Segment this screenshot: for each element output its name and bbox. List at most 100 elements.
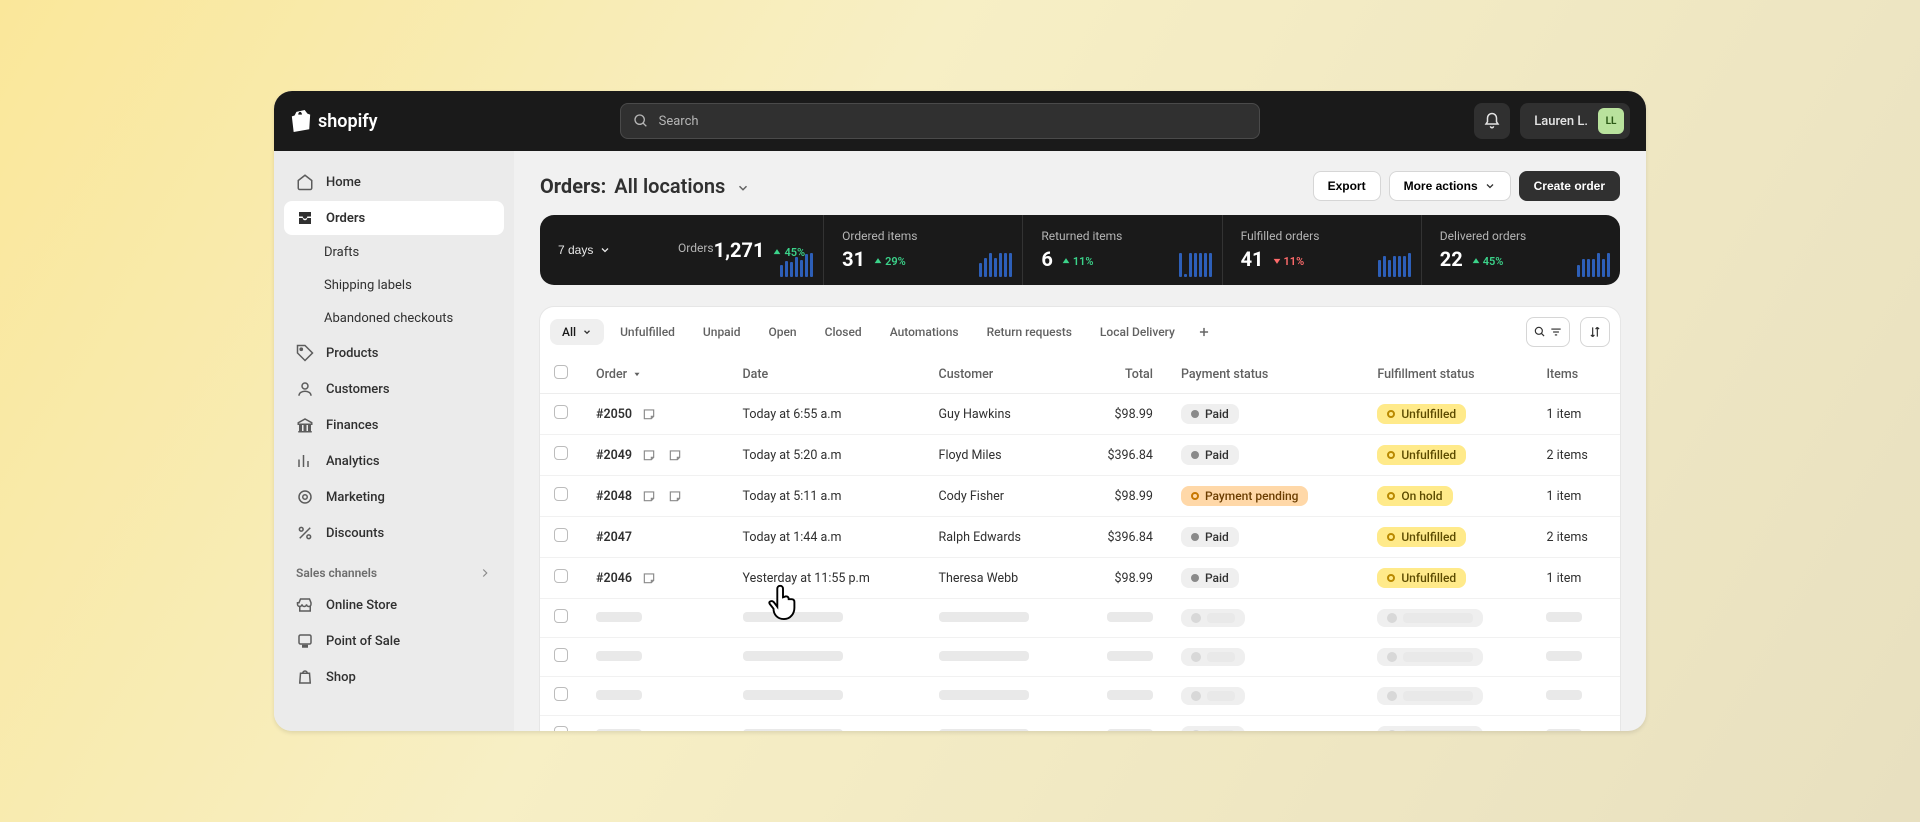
sparkline [979, 251, 1012, 277]
row-checkbox[interactable] [554, 487, 568, 501]
select-all-checkbox[interactable] [554, 365, 568, 379]
row-checkbox[interactable] [554, 726, 568, 731]
row-checkbox[interactable] [554, 687, 568, 701]
cell-total: $396.84 [1074, 435, 1167, 476]
order-id[interactable]: #2048 [596, 487, 715, 505]
metric-delta: 29% [873, 255, 906, 268]
sidebar-item-shipping-labels[interactable]: Shipping labels [284, 270, 504, 301]
cell-fulfillment: Unfulfilled [1363, 517, 1532, 558]
date-range-selector[interactable]: 7 days [540, 215, 660, 285]
create-order-button[interactable]: Create order [1519, 171, 1620, 201]
tab-label: Unfulfilled [620, 325, 675, 339]
sparkline [1378, 251, 1411, 277]
table-row-loading [540, 677, 1620, 716]
col-fulfillment-status[interactable]: Fulfillment status [1363, 355, 1532, 394]
order-id[interactable]: #2049 [596, 446, 715, 464]
col-customer[interactable]: Customer [925, 355, 1074, 394]
search-input[interactable]: Search [620, 103, 1260, 139]
sidebar-item-discounts[interactable]: Discounts [284, 516, 504, 550]
sidebar-item-label: Finances [326, 418, 378, 433]
row-checkbox[interactable] [554, 648, 568, 662]
cell-customer: Ralph Edwards [925, 517, 1074, 558]
main-content: Orders: All locations Export More action… [514, 151, 1646, 731]
create-order-label: Create order [1534, 179, 1605, 193]
row-checkbox[interactable] [554, 446, 568, 460]
orders-table: Order Date Customer Total Payment status… [540, 355, 1620, 731]
table-row-loading [540, 638, 1620, 677]
table-row[interactable]: #2046 Yesterday at 11:55 p.m Theresa Web… [540, 558, 1620, 599]
order-id[interactable]: #2046 [596, 569, 715, 587]
tab-all[interactable]: All [550, 319, 604, 345]
metric-delta: 11% [1061, 255, 1094, 268]
metric-delta: 11% [1272, 255, 1305, 268]
sidebar-item-label: Shipping labels [324, 278, 412, 293]
note-icon [666, 487, 684, 505]
sales-channels-title: Sales channels [296, 566, 377, 580]
col-total[interactable]: Total [1074, 355, 1167, 394]
metrics-strip: 7 days Orders 1,271 45% Ordered items 31… [540, 215, 1620, 285]
sidebar-item-drafts[interactable]: Drafts [284, 237, 504, 268]
cell-total: $98.99 [1074, 558, 1167, 599]
sort-button[interactable] [1580, 317, 1610, 347]
sidebar-item-marketing[interactable]: Marketing [284, 480, 504, 514]
metric-value: 1,271 [714, 238, 765, 262]
sidebar-item-home[interactable]: Home [284, 165, 504, 199]
order-id[interactable]: #2050 [596, 405, 715, 423]
sidebar-item-shop[interactable]: Shop [284, 660, 504, 694]
sidebar-item-point-of-sale[interactable]: Point of Sale [284, 624, 504, 658]
row-checkbox[interactable] [554, 528, 568, 542]
tag-icon [296, 344, 314, 362]
sidebar-item-abandoned-checkouts[interactable]: Abandoned checkouts [284, 303, 504, 334]
metric-ordered-items[interactable]: Ordered items 31 29% [823, 215, 1022, 285]
tab-open[interactable]: Open [756, 319, 808, 345]
sidebar-item-analytics[interactable]: Analytics [284, 444, 504, 478]
search-filter-button[interactable] [1526, 317, 1570, 347]
metric-orders[interactable]: Orders 1,271 45% [660, 215, 823, 285]
sidebar-item-products[interactable]: Products [284, 336, 504, 370]
metric-delivered-orders[interactable]: Delivered orders 22 45% [1421, 215, 1620, 285]
user-menu[interactable]: Lauren L. LL [1520, 103, 1630, 139]
sidebar-item-label: Drafts [324, 245, 359, 260]
tab-return-requests[interactable]: Return requests [975, 319, 1084, 345]
tab-automations[interactable]: Automations [878, 319, 971, 345]
sidebar-item-label: Home [326, 175, 361, 190]
orders-card: All Unfulfilled Unpaid Open Closed Autom… [540, 307, 1620, 731]
table-row[interactable]: #2049 Today at 5:20 a.m Floyd Miles $396… [540, 435, 1620, 476]
page-title: Orders: All locations [540, 174, 750, 198]
table-row[interactable]: #2048 Today at 5:11 a.m Cody Fisher $98.… [540, 476, 1620, 517]
location-selector[interactable]: All locations [614, 174, 750, 198]
sidebar-item-finances[interactable]: Finances [284, 408, 504, 442]
metric-returned-items[interactable]: Returned items 6 11% [1022, 215, 1221, 285]
col-label: Payment status [1181, 367, 1268, 382]
cell-payment: Payment pending [1167, 476, 1363, 517]
row-checkbox[interactable] [554, 609, 568, 623]
cell-date: Today at 5:20 a.m [729, 435, 925, 476]
tab-local-delivery[interactable]: Local Delivery [1088, 319, 1187, 345]
sidebar-item-online-store[interactable]: Online Store [284, 588, 504, 622]
note-icon [640, 446, 658, 464]
table-row[interactable]: #2050 Today at 6:55 a.m Guy Hawkins $98.… [540, 394, 1620, 435]
more-actions-button[interactable]: More actions [1389, 171, 1511, 201]
tab-unpaid[interactable]: Unpaid [691, 319, 753, 345]
chevron-right-icon[interactable] [478, 566, 492, 580]
export-button[interactable]: Export [1313, 171, 1381, 201]
tab-closed[interactable]: Closed [813, 319, 874, 345]
metric-fulfilled-orders[interactable]: Fulfilled orders 41 11% [1222, 215, 1421, 285]
chevron-down-icon [599, 244, 611, 256]
col-items[interactable]: Items [1532, 355, 1620, 394]
tab-unfulfilled[interactable]: Unfulfilled [608, 319, 687, 345]
sidebar-item-orders[interactable]: Orders [284, 201, 504, 235]
col-payment-status[interactable]: Payment status [1167, 355, 1363, 394]
col-order[interactable]: Order [582, 355, 729, 394]
order-id[interactable]: #2047 [596, 530, 715, 545]
sidebar-item-customers[interactable]: Customers [284, 372, 504, 406]
table-row[interactable]: #2047 Today at 1:44 a.m Ralph Edwards $3… [540, 517, 1620, 558]
tab-label: Closed [825, 325, 862, 339]
row-checkbox[interactable] [554, 569, 568, 583]
col-date[interactable]: Date [729, 355, 925, 394]
table-row-loading [540, 599, 1620, 638]
notifications-button[interactable] [1474, 103, 1510, 139]
row-checkbox[interactable] [554, 405, 568, 419]
add-view-button[interactable] [1191, 319, 1217, 345]
brand-logo[interactable]: shopify [290, 109, 378, 133]
